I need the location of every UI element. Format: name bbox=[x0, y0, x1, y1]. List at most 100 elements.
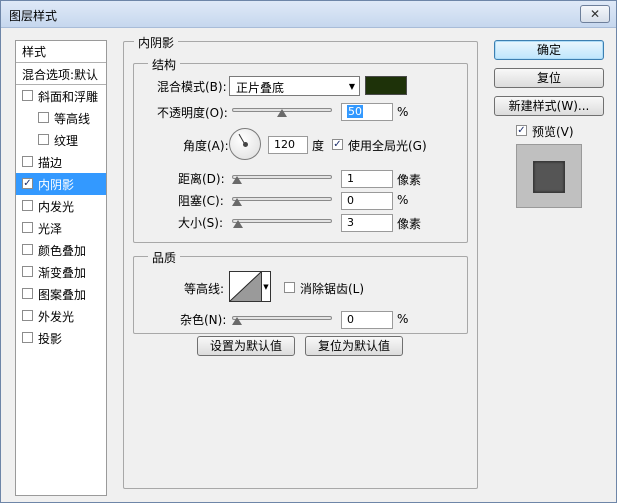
noise-input[interactable]: 0 bbox=[341, 311, 393, 329]
distance-unit: 像素 bbox=[397, 173, 422, 187]
contour-preview[interactable] bbox=[229, 271, 262, 302]
size-unit: 像素 bbox=[397, 217, 422, 231]
slider-thumb[interactable] bbox=[233, 220, 243, 228]
style-item-label: 内阴影 bbox=[38, 178, 75, 192]
checkbox-icon[interactable] bbox=[38, 134, 49, 145]
contour-label: 等高线: bbox=[184, 282, 225, 296]
checkbox-icon[interactable] bbox=[22, 288, 33, 299]
opacity-slider[interactable] bbox=[232, 105, 332, 117]
chevron-down-icon: ▼ bbox=[263, 283, 269, 291]
blend-mode-select[interactable]: 正片叠底 ▼ bbox=[229, 76, 360, 96]
style-item[interactable]: 内发光 bbox=[16, 195, 106, 217]
checkbox-icon[interactable] bbox=[38, 112, 49, 123]
noise-label: 杂色(N): bbox=[180, 313, 227, 327]
structure-group: 结构 混合模式(B): 正片叠底 ▼ 不透明度(O): 50 % 角度(A): bbox=[133, 56, 468, 243]
style-item-label: 颜色叠加 bbox=[38, 244, 87, 258]
antialias-label: 消除锯齿(L) bbox=[300, 282, 365, 296]
style-item[interactable]: 外发光 bbox=[16, 305, 106, 327]
close-button[interactable]: ✕ bbox=[580, 5, 610, 23]
style-item-label: 投影 bbox=[38, 332, 63, 346]
slider-track bbox=[232, 197, 332, 201]
panel-title: 内阴影 bbox=[134, 34, 179, 51]
noise-unit: % bbox=[397, 312, 409, 326]
checkbox-icon[interactable] bbox=[22, 266, 33, 277]
shadow-color-swatch[interactable] bbox=[365, 76, 407, 95]
inner-shadow-panel: 内阴影 结构 混合模式(B): 正片叠底 ▼ 不透明度(O): 50 % 角度(… bbox=[123, 34, 478, 489]
distance-value: 1 bbox=[347, 172, 354, 185]
size-slider[interactable] bbox=[232, 216, 332, 228]
make-default-button[interactable]: 设置为默认值 bbox=[197, 336, 295, 356]
size-input[interactable]: 3 bbox=[341, 214, 393, 232]
slider-track bbox=[232, 316, 332, 320]
style-list-header[interactable]: 样式 bbox=[16, 41, 106, 63]
style-item-label: 外发光 bbox=[38, 310, 75, 324]
choke-slider[interactable] bbox=[232, 194, 332, 206]
window-title: 图层样式 bbox=[9, 9, 58, 23]
title-bar[interactable]: 图层样式 ✕ bbox=[1, 1, 616, 28]
slider-thumb[interactable] bbox=[232, 198, 242, 206]
style-item[interactable]: ✓ 内阴影 bbox=[16, 173, 106, 195]
style-item[interactable]: 纹理 bbox=[16, 129, 106, 151]
slider-track bbox=[232, 219, 332, 223]
global-light-check-icon[interactable]: ✓ bbox=[332, 139, 343, 150]
size-value: 3 bbox=[347, 216, 354, 229]
style-item[interactable]: 斜面和浮雕 bbox=[16, 85, 106, 107]
style-item[interactable]: 描边 bbox=[16, 151, 106, 173]
style-item[interactable]: 投影 bbox=[16, 327, 106, 349]
contour-dropdown[interactable]: ▼ bbox=[262, 271, 271, 302]
reset-to-default-button[interactable]: 复位为默认值 bbox=[305, 336, 403, 356]
choke-input[interactable]: 0 bbox=[341, 192, 393, 210]
style-item[interactable]: 颜色叠加 bbox=[16, 239, 106, 261]
checkbox-icon[interactable] bbox=[22, 332, 33, 343]
style-item[interactable]: 光泽 bbox=[16, 217, 106, 239]
blend-mode-value: 正片叠底 bbox=[236, 81, 285, 95]
preview-label: 预览(V) bbox=[532, 125, 574, 139]
preview-check-icon[interactable]: ✓ bbox=[516, 125, 527, 136]
ok-button[interactable]: 确定 bbox=[494, 40, 604, 60]
quality-title: 品质 bbox=[148, 249, 181, 266]
style-item-label: 图案叠加 bbox=[38, 288, 87, 302]
opacity-input[interactable]: 50 bbox=[341, 103, 393, 121]
contour-curve-icon bbox=[230, 272, 261, 301]
style-item[interactable]: 图案叠加 bbox=[16, 283, 106, 305]
style-item-label: 光泽 bbox=[38, 222, 63, 236]
opacity-value: 50 bbox=[347, 105, 363, 118]
angle-dial-center bbox=[243, 142, 248, 147]
new-style-button[interactable]: 新建样式(W)... bbox=[494, 96, 604, 116]
slider-thumb[interactable] bbox=[277, 109, 287, 117]
choke-label: 阻塞(C): bbox=[178, 194, 224, 208]
angle-input[interactable]: 120 bbox=[268, 136, 308, 154]
style-item-label: 描边 bbox=[38, 156, 63, 170]
checkbox-icon[interactable] bbox=[22, 222, 33, 233]
style-item[interactable]: 等高线 bbox=[16, 107, 106, 129]
angle-label: 角度(A): bbox=[183, 139, 229, 153]
reset-button[interactable]: 复位 bbox=[494, 68, 604, 88]
slider-track bbox=[232, 175, 332, 179]
angle-value: 120 bbox=[274, 138, 295, 151]
opacity-label: 不透明度(O): bbox=[157, 106, 228, 120]
style-item-label: 纹理 bbox=[54, 134, 79, 148]
style-item-label: 内发光 bbox=[38, 200, 75, 214]
style-list: 样式 混合选项:默认 斜面和浮雕 等高线纹理描边 ✓ 内阴影内发光光泽颜色叠加渐变叠加… bbox=[15, 40, 107, 496]
checkbox-icon[interactable] bbox=[22, 200, 33, 211]
antialias-check-icon[interactable] bbox=[284, 282, 295, 293]
blend-mode-label: 混合模式(B): bbox=[157, 80, 227, 94]
distance-slider[interactable] bbox=[232, 172, 332, 184]
blending-options-item[interactable]: 混合选项:默认 bbox=[16, 63, 106, 85]
style-item-label: 渐变叠加 bbox=[38, 266, 87, 280]
noise-slider[interactable] bbox=[232, 313, 332, 325]
angle-unit: 度 bbox=[312, 139, 325, 153]
dialog-body: 样式 混合选项:默认 斜面和浮雕 等高线纹理描边 ✓ 内阴影内发光光泽颜色叠加渐变叠加… bbox=[7, 34, 610, 496]
slider-thumb[interactable] bbox=[232, 176, 242, 184]
slider-thumb[interactable] bbox=[232, 317, 242, 325]
checkbox-icon[interactable] bbox=[22, 156, 33, 167]
checkbox-icon[interactable]: ✓ bbox=[22, 178, 33, 189]
checkbox-icon[interactable] bbox=[22, 90, 33, 101]
style-preview bbox=[516, 144, 582, 208]
style-item[interactable]: 渐变叠加 bbox=[16, 261, 106, 283]
distance-input[interactable]: 1 bbox=[341, 170, 393, 188]
checkbox-icon[interactable] bbox=[22, 244, 33, 255]
checkbox-icon[interactable] bbox=[22, 310, 33, 321]
angle-dial[interactable] bbox=[229, 128, 261, 160]
layer-style-dialog: 图层样式 ✕ 样式 混合选项:默认 斜面和浮雕 等高线纹理描边 ✓ 内阴影内发光光泽颜… bbox=[0, 0, 617, 503]
